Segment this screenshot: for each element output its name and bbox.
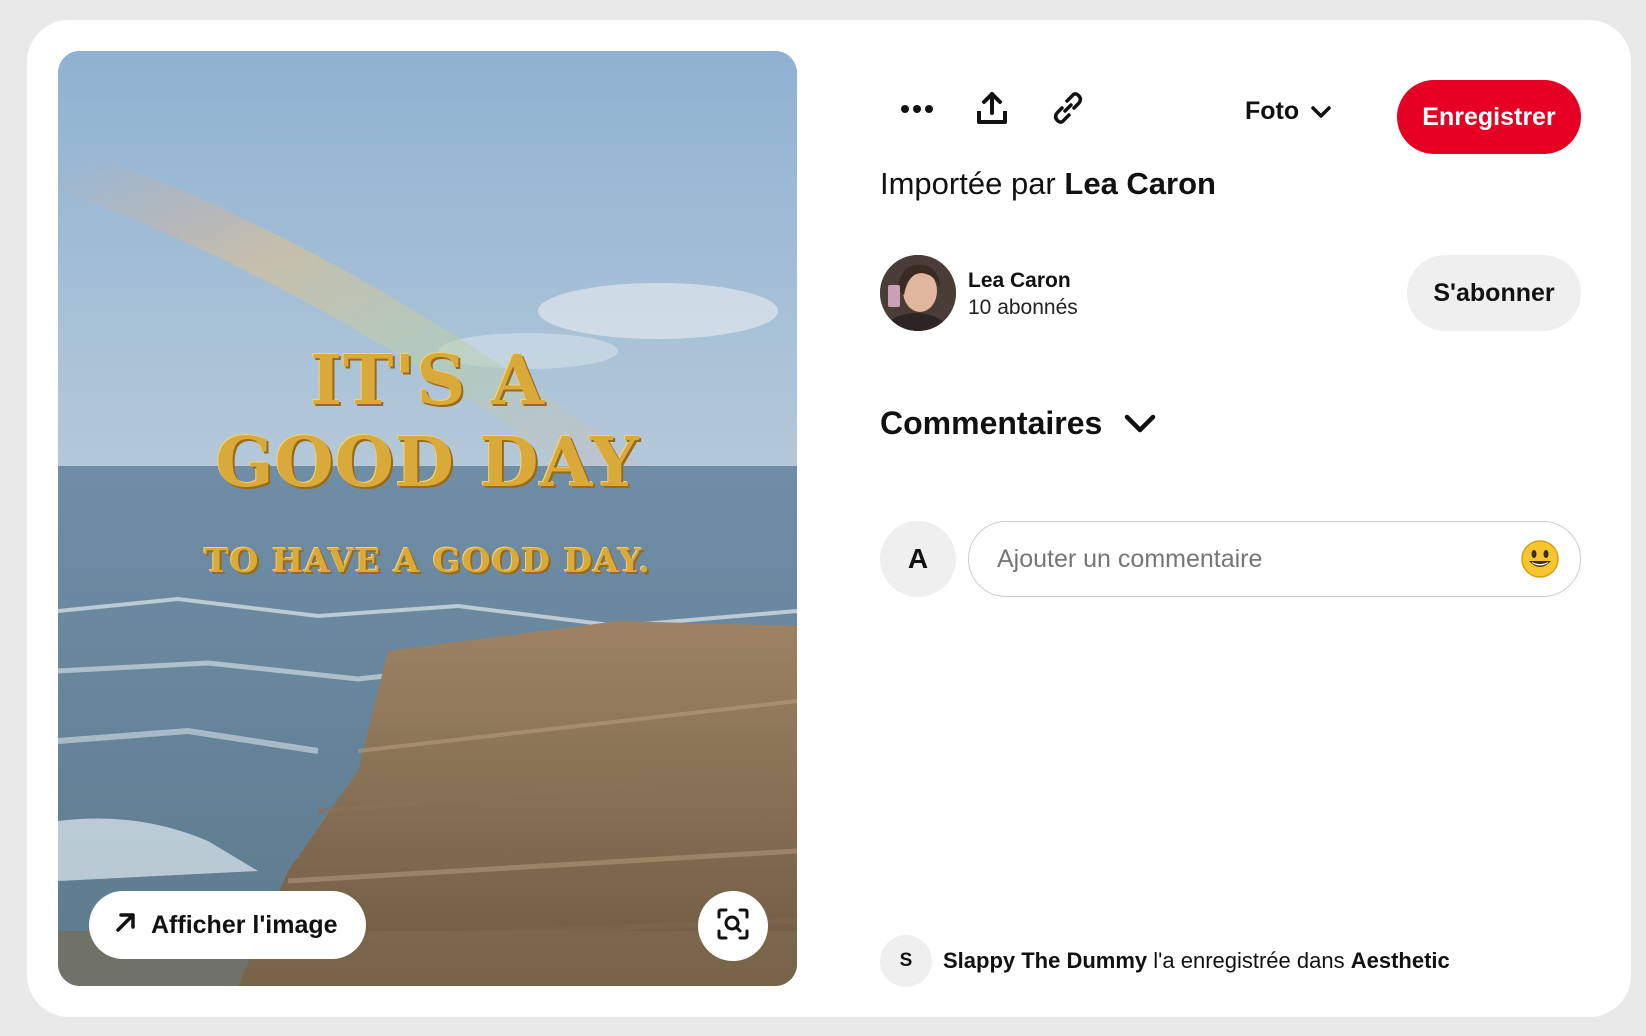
saved-by-middle-text: l'a enregistrée dans bbox=[1153, 948, 1345, 973]
uploader-name-link[interactable]: Lea Caron bbox=[1064, 166, 1216, 201]
avatar[interactable] bbox=[880, 255, 956, 331]
emoji-smiley-icon[interactable] bbox=[1520, 539, 1560, 579]
share-button[interactable] bbox=[960, 78, 1024, 142]
chevron-down-icon bbox=[1311, 97, 1331, 126]
arrow-up-right-icon bbox=[113, 909, 139, 942]
avatar-photo bbox=[880, 255, 956, 331]
follow-button[interactable]: S'abonner bbox=[1407, 255, 1581, 331]
board-select-dropdown[interactable]: Foto bbox=[1245, 88, 1331, 134]
uploaded-by-prefix: Importée par bbox=[880, 166, 1056, 201]
chevron-down-icon bbox=[1124, 405, 1156, 442]
link-icon bbox=[1051, 91, 1085, 130]
share-upload-icon bbox=[976, 91, 1008, 130]
visual-search-button[interactable] bbox=[698, 891, 768, 961]
saved-board-link[interactable]: Aesthetic bbox=[1351, 948, 1450, 973]
pin-card: IT'S A GOOD DAY TO HAVE A GOOD DAY. Affi… bbox=[27, 20, 1631, 1017]
copy-link-button[interactable] bbox=[1036, 78, 1100, 142]
pin-image-text-line1: IT'S A bbox=[310, 341, 545, 421]
pin-photo bbox=[58, 51, 797, 986]
saver-name-link[interactable]: Slappy The Dummy bbox=[943, 948, 1147, 973]
more-horizontal-icon bbox=[900, 101, 934, 119]
comment-input[interactable] bbox=[997, 544, 1520, 574]
board-select-label: Foto bbox=[1245, 96, 1300, 125]
saved-by-line: Slappy The Dummy l'a enregistrée dans Ae… bbox=[943, 948, 1450, 974]
saver-avatar[interactable]: S bbox=[880, 935, 932, 987]
more-options-button[interactable] bbox=[885, 78, 949, 142]
view-image-button[interactable]: Afficher l'image bbox=[89, 891, 366, 959]
current-user-avatar: A bbox=[880, 521, 956, 597]
creator-name-link[interactable]: Lea Caron bbox=[968, 269, 1071, 293]
pin-image-text-line2: GOOD DAY bbox=[215, 423, 640, 503]
uploaded-by-line: Importée par Lea Caron bbox=[880, 166, 1216, 202]
pin-image[interactable]: IT'S A GOOD DAY TO HAVE A GOOD DAY. Affi… bbox=[58, 51, 797, 986]
view-image-label: Afficher l'image bbox=[151, 910, 338, 939]
comment-input-wrapper[interactable] bbox=[968, 521, 1581, 597]
save-button[interactable]: Enregistrer bbox=[1397, 80, 1581, 154]
comments-heading: Commentaires bbox=[880, 405, 1103, 441]
creator-followers-count: 10 abonnés bbox=[968, 296, 1078, 319]
comments-toggle[interactable]: Commentaires bbox=[880, 405, 1156, 442]
pin-image-text-line3: TO HAVE A GOOD DAY. bbox=[204, 541, 651, 580]
visual-search-lens-icon bbox=[716, 907, 750, 946]
